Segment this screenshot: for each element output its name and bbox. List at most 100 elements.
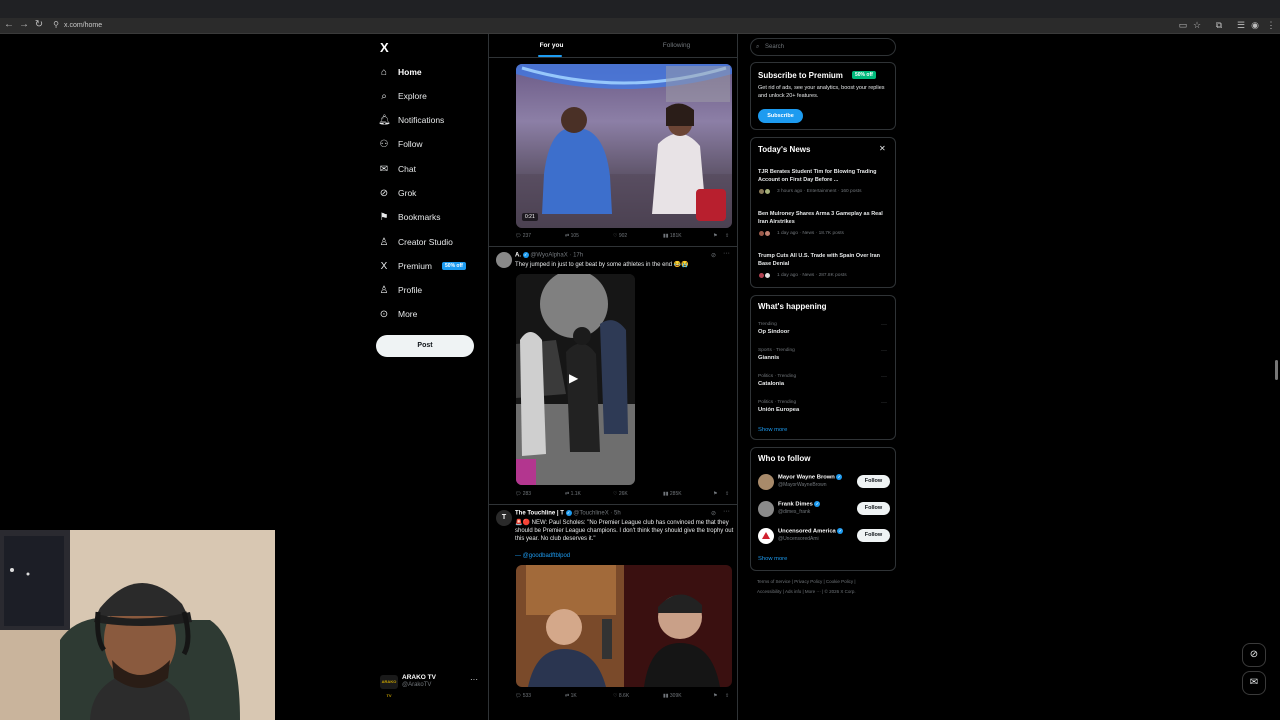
nav-item-label: Profile (398, 285, 423, 295)
forward-icon[interactable]: → (18, 19, 30, 31)
footer-links: Terms of Service | Privacy Policy | Cook… (757, 579, 856, 594)
nav-item-profile[interactable]: ♙ Profile (378, 280, 423, 300)
account-switcher[interactable]: ARAKO TV ARAKO TV @ArakoTV ··· (380, 672, 484, 698)
more-icon[interactable]: ··· (881, 322, 887, 328)
profile-avatar-icon[interactable]: ◉ (1250, 20, 1260, 30)
repost-button[interactable]: ⇄ 1K (565, 693, 577, 699)
nav-item-more[interactable]: ⊙ More (378, 304, 418, 324)
trend-name[interactable]: Giannis (758, 355, 779, 361)
suggestion-name[interactable]: Mayor Wayne Brown ✓ (778, 474, 843, 481)
tweet-author[interactable]: A. ✓ @WyoAlphaX · 17h (515, 252, 583, 259)
left-sidebar: X ⌂ Home ⌕ Explore 🔔︎ Notifications ⚇ Follow ✉ Ch… (370, 34, 486, 720)
close-icon[interactable]: ✕ (879, 144, 886, 153)
reload-icon[interactable]: ↻ (33, 19, 45, 31)
suggestion-name[interactable]: Uncensored America ✓ (778, 528, 844, 535)
nav-item-follow[interactable]: ⚇ Follow (378, 134, 423, 154)
reply-button[interactable]: 💬︎ 283 (515, 491, 531, 497)
avatar[interactable] (758, 501, 774, 517)
views-button[interactable]: ▮▮ 285K (663, 491, 682, 497)
repost-button[interactable]: ⇄ 1.1K (565, 491, 581, 497)
nav-item-premium[interactable]: X Premium 50% off (378, 256, 466, 276)
bookmark-icon[interactable]: ⚑ (713, 233, 717, 239)
footer-link[interactable]: Ads info (785, 589, 801, 594)
browser-menu-icon[interactable]: ⋮ (1266, 20, 1276, 30)
reply-button[interactable]: 💬︎ 533 (515, 693, 531, 699)
messages-icon[interactable]: ✉ (1242, 671, 1266, 695)
grok-icon[interactable]: ⊘ (711, 510, 716, 517)
repost-button[interactable]: ⇄ 105 (565, 233, 579, 239)
reply-button[interactable]: 💬︎ 237 (515, 233, 531, 239)
more-icon[interactable]: ··· (723, 250, 730, 257)
share-icon[interactable]: ⇪ (725, 491, 729, 497)
tweet-video[interactable]: ▶ (516, 274, 635, 485)
footer-link[interactable]: More ··· (805, 589, 821, 594)
address-bar-url[interactable]: x.com/home (64, 20, 102, 32)
like-button[interactable]: ♡ 26K (613, 491, 628, 497)
tweet-author[interactable]: The Touchline | T ✓ @TouchlineX · 5h (515, 510, 621, 517)
news-item-title[interactable]: Trump Cuts All U.S. Trade with Spain Ove… (758, 253, 890, 268)
footer-link[interactable]: Privacy Policy (794, 579, 822, 584)
site-info-icon[interactable]: ⚲ (50, 19, 62, 31)
show-more-link[interactable]: Show more (758, 427, 787, 433)
x-logo[interactable]: X (380, 40, 389, 55)
nav-item-notifications[interactable]: 🔔︎ Notifications (378, 110, 444, 130)
share-icon[interactable]: ⇪ (725, 693, 729, 699)
footer-link[interactable]: Cookie Policy (826, 579, 853, 584)
back-icon[interactable]: ← (3, 19, 15, 31)
bookmark-icon[interactable]: ⚑ (713, 693, 717, 699)
news-item-title[interactable]: TJR Berates Student Tim for Blowing Trad… (758, 169, 890, 184)
tweet-image[interactable] (516, 565, 732, 687)
extension-icon[interactable]: ☰ (1236, 20, 1246, 30)
follow-button[interactable]: Follow (857, 502, 890, 515)
follow-button[interactable]: Follow (857, 529, 890, 542)
footer-link[interactable]: Terms of Service (757, 579, 791, 584)
grok-icon[interactable]: ⊘ (1242, 643, 1266, 667)
suggestion-name[interactable]: Frank Dimes ✓ (778, 501, 821, 508)
nav-item-grok[interactable]: ⊘ Grok (378, 183, 417, 203)
avatar[interactable] (758, 474, 774, 490)
share-icon[interactable]: ⇪ (725, 233, 729, 239)
nav-item-creator-studio[interactable]: ♙ Creator Studio (378, 232, 453, 252)
more-icon[interactable]: ··· (881, 374, 887, 380)
post-button[interactable]: Post (376, 335, 474, 357)
bookmark-icon[interactable]: ⚑ (713, 491, 717, 497)
subscribe-button[interactable]: Subscribe (758, 109, 803, 123)
author-handle: @WyoAlphaX (530, 252, 568, 259)
tab-following[interactable]: Following (614, 34, 737, 58)
extensions-icon[interactable]: ⧉ (1214, 20, 1224, 30)
trend-name[interactable]: Op Sindoor (758, 329, 790, 335)
like-button[interactable]: ♡ 8.6K (613, 693, 629, 699)
more-icon[interactable]: ··· (881, 348, 887, 354)
views-button[interactable]: ▮▮ 309K (663, 693, 682, 699)
star-icon[interactable]: ☆ (1192, 20, 1202, 30)
like-button[interactable]: ♡ 902 (613, 233, 627, 239)
more-icon[interactable]: ··· (470, 675, 478, 684)
play-icon[interactable]: ▶ (569, 371, 578, 385)
author-name: A. (515, 252, 521, 259)
more-icon[interactable]: ··· (723, 508, 730, 515)
more-icon[interactable]: ··· (881, 400, 887, 406)
tweet-credit-link[interactable]: — @goodbadftblpod (515, 552, 735, 560)
nav-item-home[interactable]: ⌂ Home (378, 62, 422, 82)
tweet-video[interactable]: 0:21 (516, 64, 732, 228)
trend-name[interactable]: Unión Europea (758, 407, 799, 413)
views-button[interactable]: ▮▮ 181K (663, 233, 682, 239)
avatar[interactable]: T (496, 510, 512, 526)
footer-link[interactable]: Accessibility (757, 589, 782, 594)
avatar-stack (758, 188, 774, 195)
news-item-title[interactable]: Ben Mulroney Shares Arma 3 Gameplay as R… (758, 211, 890, 226)
nav-item-label: Chat (398, 164, 416, 174)
nav-item-chat[interactable]: ✉ Chat (378, 159, 416, 179)
follow-button[interactable]: Follow (857, 475, 890, 488)
cast-icon[interactable]: ▭ (1178, 20, 1188, 30)
avatar[interactable] (496, 252, 512, 268)
search-input[interactable]: ⌕ Search (750, 38, 896, 56)
show-more-link[interactable]: Show more (758, 556, 787, 562)
scrollbar[interactable] (1275, 360, 1278, 380)
trend-name[interactable]: Catalonia (758, 381, 784, 387)
nav-item-explore[interactable]: ⌕ Explore (378, 86, 427, 106)
grok-icon[interactable]: ⊘ (711, 252, 716, 259)
like-count: 8.6K (618, 693, 630, 699)
avatar[interactable] (758, 528, 774, 544)
nav-item-bookmarks[interactable]: ⚑ Bookmarks (378, 207, 441, 227)
